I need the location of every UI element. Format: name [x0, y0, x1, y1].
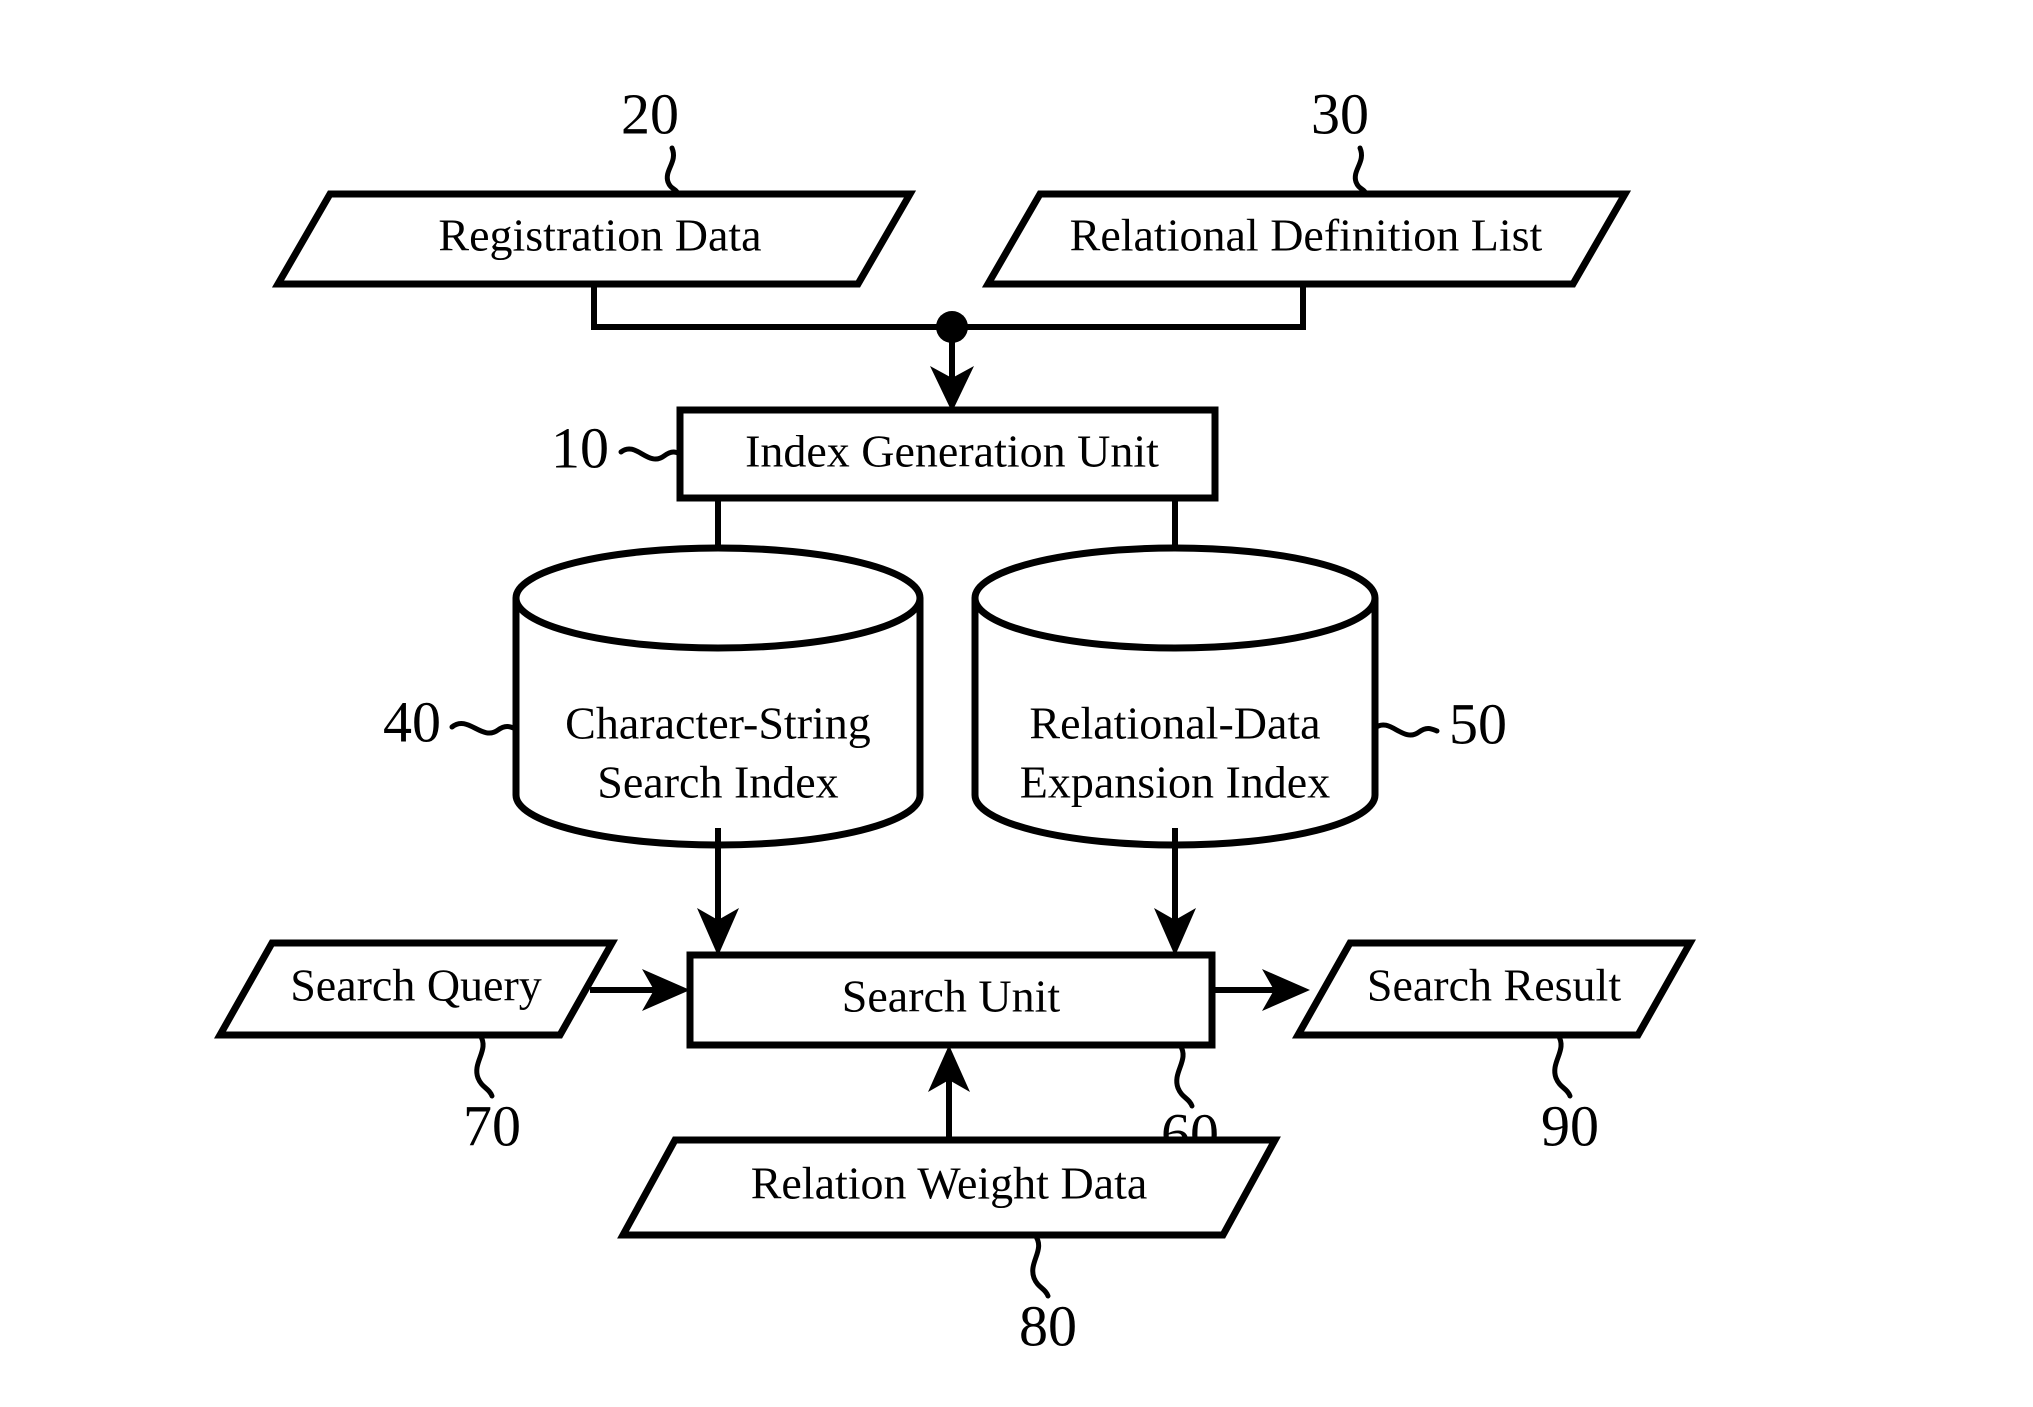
patent-figure: Registration Data 20 Relational Definiti…: [0, 0, 2033, 1407]
ref-number-40: 40: [383, 689, 441, 754]
ref-leader-10: [618, 446, 683, 462]
ref-leader-30: [1352, 145, 1369, 197]
edge-relationaldef-to-bus: [952, 284, 1306, 330]
character-string-search-index-label-line1: Character-String: [565, 698, 871, 749]
node-relational-data-expansion-index[interactable]: Relational-Data Expansion Index: [971, 544, 1379, 849]
node-search-unit[interactable]: Search Unit: [686, 951, 1216, 1049]
relation-weight-data-label: Relation Weight Data: [751, 1158, 1148, 1209]
ref-leader-20: [664, 145, 681, 197]
registration-data-label: Registration Data: [438, 210, 761, 261]
node-relational-definition-list[interactable]: Relational Definition List: [981, 190, 1632, 288]
node-search-result[interactable]: Search Result: [1292, 939, 1696, 1039]
node-index-generation-unit[interactable]: Index Generation Unit: [676, 406, 1219, 502]
character-string-search-index-top: [512, 544, 924, 652]
node-relation-weight-data[interactable]: Relation Weight Data: [617, 1136, 1281, 1239]
edge-registration-to-bus: [591, 284, 952, 330]
ref-leader-70: [474, 1032, 495, 1099]
relational-data-expansion-index-top: [971, 544, 1379, 652]
ref-leader-50: [1372, 722, 1440, 738]
ref-number-70: 70: [463, 1093, 521, 1158]
node-registration-data[interactable]: Registration Data: [271, 190, 917, 288]
ref-leader-40: [449, 721, 519, 736]
ref-number-50: 50: [1449, 691, 1507, 756]
node-character-string-search-index[interactable]: Character-String Search Index: [512, 544, 924, 849]
ref-number-20: 20: [621, 81, 679, 146]
ref-number-90: 90: [1541, 1093, 1599, 1158]
search-unit-label: Search Unit: [842, 971, 1061, 1022]
ref-number-80: 80: [1019, 1293, 1077, 1358]
relational-data-expansion-index-label-line2: Expansion Index: [1020, 757, 1330, 808]
diagram-canvas: Registration Data 20 Relational Definiti…: [214, 81, 1696, 1358]
ref-leader-90: [1552, 1032, 1573, 1099]
relational-data-expansion-index-label-line1: Relational-Data: [1029, 698, 1320, 749]
search-query-label: Search Query: [290, 960, 542, 1011]
relational-definition-list-label: Relational Definition List: [1070, 210, 1543, 261]
ref-number-30: 30: [1311, 81, 1369, 146]
ref-leader-80: [1030, 1232, 1051, 1299]
character-string-search-index-label-line2: Search Index: [597, 757, 838, 808]
index-generation-unit-label: Index Generation Unit: [745, 426, 1159, 477]
search-result-label: Search Result: [1367, 960, 1621, 1011]
ref-leader-60: [1174, 1042, 1195, 1109]
node-search-query[interactable]: Search Query: [214, 939, 618, 1039]
ref-number-10: 10: [551, 415, 609, 480]
